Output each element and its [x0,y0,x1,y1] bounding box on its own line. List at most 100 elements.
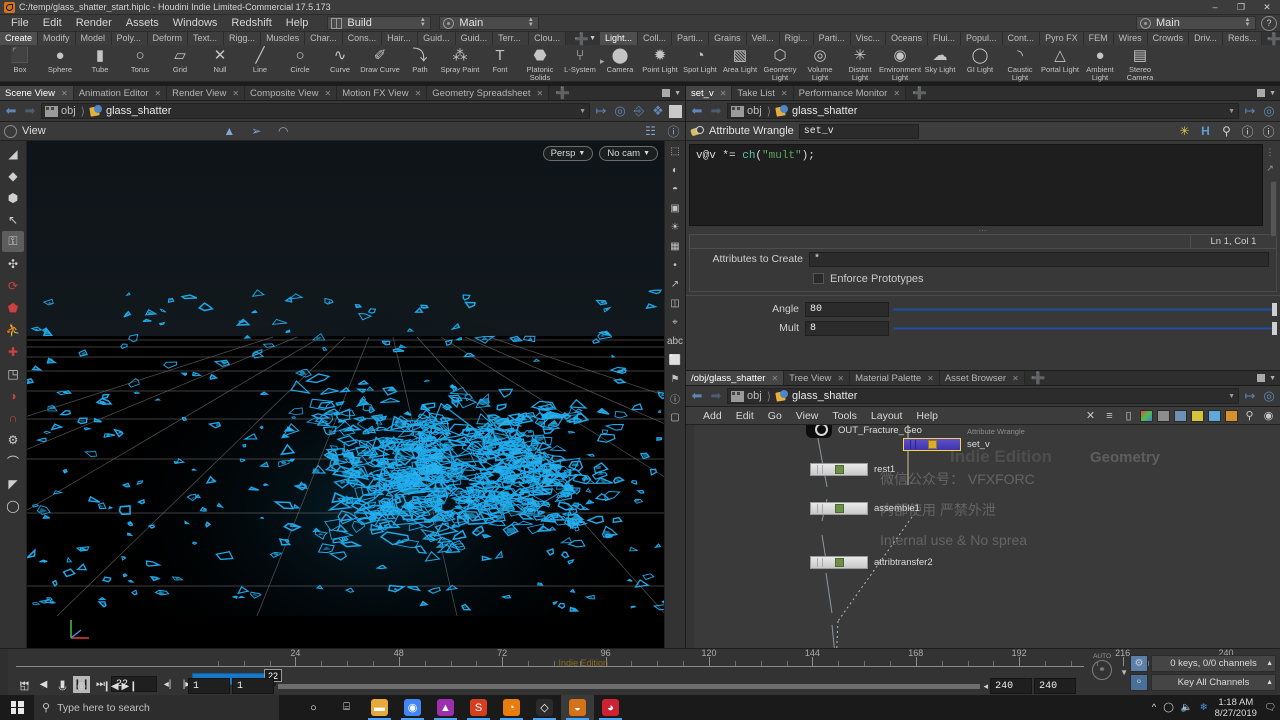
shelf-tab-light-[interactable]: Light... [600,32,639,45]
shelf-tool-spray-paint[interactable]: ⁂ Spray Paint [440,46,480,81]
shelf-tool-gi-light[interactable]: ◯ GI Light [960,46,1000,81]
keys-status-combo[interactable]: 0 keys, 0/0 channels ▲ [1151,654,1276,672]
close-icon[interactable]: ✕ [771,374,778,383]
camera-icon[interactable]: ▢ [667,409,684,426]
maximize-button[interactable]: ❐ [1228,0,1254,15]
close-icon[interactable]: ✕ [415,89,422,98]
volume-icon[interactable]: 🔈 [1181,702,1193,713]
node-flag-icon[interactable] [834,504,844,513]
shelf-tab-hair-[interactable]: Hair... [382,32,419,45]
global-end-input[interactable]: 240 [1034,678,1077,694]
help-icon[interactable]: ⓘ [1261,124,1276,139]
network-menu-go[interactable]: Go [761,407,789,425]
shelf-tool-circle[interactable]: ○ Circle [280,46,320,81]
close-icon[interactable]: ✕ [537,89,544,98]
vex-resize-handle[interactable]: ⋯ [686,226,1280,235]
taskbar-task-view-icon[interactable]: ⌸ [330,695,363,720]
shelf-tool-grid[interactable]: ▱ Grid [160,46,200,81]
network-node-attribtransfer2[interactable]: attribtransfer2 [810,556,933,569]
taskbar-file-explorer-icon[interactable]: ▬ [363,695,396,720]
time-settings-button[interactable]: ◎ [73,678,90,695]
help-icon[interactable]: ? [1261,15,1277,31]
pane-tab-material-palette[interactable]: Material Palette ✕ [850,371,940,385]
shelf-tab-clou-[interactable]: Clou... [529,32,567,45]
info-icon[interactable]: ⓘ [1240,124,1255,139]
close-icon[interactable]: ✕ [927,374,934,383]
network-menu-view[interactable]: View [789,407,826,425]
shelf-tool-volume-light[interactable]: ◎ Volume Light [800,46,840,81]
wifi-icon[interactable]: ◯ [1163,702,1174,713]
select-mode-icon[interactable]: ▲ [222,124,237,139]
network-node-out_fracture_geo[interactable] [806,425,832,438]
pane-tab-geometry-spreadsheet[interactable]: Geometry Spreadsheet ✕ [427,86,550,100]
key-frame-button[interactable]: ◱ [16,678,33,695]
add-shelf-tab-icon[interactable]: ➕ ▼ [570,32,600,46]
arrow-cursor-tool[interactable]: ↖ [2,209,24,230]
menu-file[interactable]: File [4,15,36,32]
materials-icon[interactable]: ▣ [667,200,684,217]
build-desktop-combo[interactable]: Build ▲ ▼ [327,16,432,30]
color-palette-icon[interactable] [1140,409,1153,422]
snapping-mode-icon[interactable]: ◠ [276,124,291,139]
shelf-tool-ambient-light[interactable]: ● Ambient Light [1080,46,1120,81]
path-field[interactable]: obj ⟩ glass_shatter ▼ [727,103,1239,119]
display-options-icon[interactable]: ⬚ [667,143,684,160]
layout-combo[interactable]: Main ▲ ▼ [439,16,540,30]
taskbar-redshift-icon[interactable]: ◕ [594,695,627,720]
shelf-tab-rigi-[interactable]: Rigi... [779,32,814,45]
search-icon[interactable]: ⚲ [1219,124,1234,139]
camera-pill[interactable]: No cam ▼ [599,146,658,161]
shelf-tool-l-system[interactable]: ⑂ L-System [560,46,600,81]
shelf-tool-sphere[interactable]: ● Sphere [40,46,80,81]
text-display-icon[interactable]: abc [667,333,684,350]
list-icon[interactable]: ≡ [1102,408,1117,423]
shelf-tool-tube[interactable]: ▮ Tube [80,46,120,81]
close-icon[interactable]: ✕ [325,89,332,98]
spinner-icon[interactable]: ▲▼ [1243,17,1252,30]
pane-tab-tree-view[interactable]: Tree View ✕ [784,371,851,385]
network-node-assemble1[interactable]: assemble1 [810,502,920,515]
shelf-tab-rigg-[interactable]: Rigg... [224,32,262,45]
rotate-tool[interactable]: ⟳ [2,275,24,296]
eye-icon[interactable]: ◉ [1261,408,1276,423]
snapshot-icon[interactable] [1157,409,1170,422]
search-icon[interactable]: ⚲ [1242,408,1257,423]
close-icon[interactable]: ✕ [781,89,788,98]
taskbar-substance-icon[interactable]: ▲ [429,695,462,720]
menu-redshift[interactable]: Redshift [224,15,278,32]
info-icon[interactable]: ⓘ [667,390,684,407]
forward-icon[interactable]: ➡ [708,103,724,119]
parameter-scrollbar[interactable] [1270,181,1279,351]
shelf-tool-stereo-camera[interactable]: ▤ Stereo Camera [1120,46,1160,81]
display-flag-icon[interactable]: ⎆ [631,103,647,119]
shelf-tab-poly-[interactable]: Poly... [111,32,148,45]
maximize-pane-icon[interactable] [662,89,671,97]
close-button[interactable]: ✕ [1254,0,1280,15]
chevron-down-icon[interactable]: ▼ [1228,108,1235,115]
target-icon[interactable]: ◎ [1261,388,1277,404]
shelf-tab-char-[interactable]: Char... [305,32,343,45]
breadcrumb-node[interactable]: glass_shatter [792,390,857,402]
network-menu-layout[interactable]: Layout [864,407,910,425]
close-icon[interactable]: ✕ [61,89,68,98]
panel-icon[interactable]: ▯ [1121,408,1136,423]
pin-icon[interactable]: ↦ [1242,103,1258,119]
viewport-layout-icon[interactable]: ☷ [643,124,658,139]
notification-icon[interactable]: 🗨 [1264,702,1276,713]
target-icon[interactable]: ◎ [1261,103,1277,119]
soft-transform-tool[interactable]: ◑ [2,385,24,406]
shelf-tab-popul-[interactable]: Popul... [961,32,1003,45]
spinner-icon[interactable]: ▲ [1266,679,1273,686]
shading-mode-icon[interactable]: ◐ [667,162,684,179]
lock-view-tool[interactable]: ⚿ [2,231,24,252]
spinner-icon[interactable]: ▲▼ [418,17,427,30]
menu-assets[interactable]: Assets [119,15,166,32]
shelf-tab-model[interactable]: Model [75,32,112,45]
edit-tool[interactable]: ◳ [2,363,24,384]
select-dynamics-tool[interactable]: ⬢ [2,187,24,208]
shelf-tab-flui-[interactable]: Flui... [928,32,962,45]
add-shelf-tab-icon[interactable]: ➕ ▼ [1262,32,1280,46]
shelf-tool-platonic-solids[interactable]: ⬣ Platonic Solids [520,46,560,81]
shelf-tab-guid-[interactable]: Guid... [418,32,456,45]
shelf-tool-line[interactable]: ╱ Line [240,46,280,81]
